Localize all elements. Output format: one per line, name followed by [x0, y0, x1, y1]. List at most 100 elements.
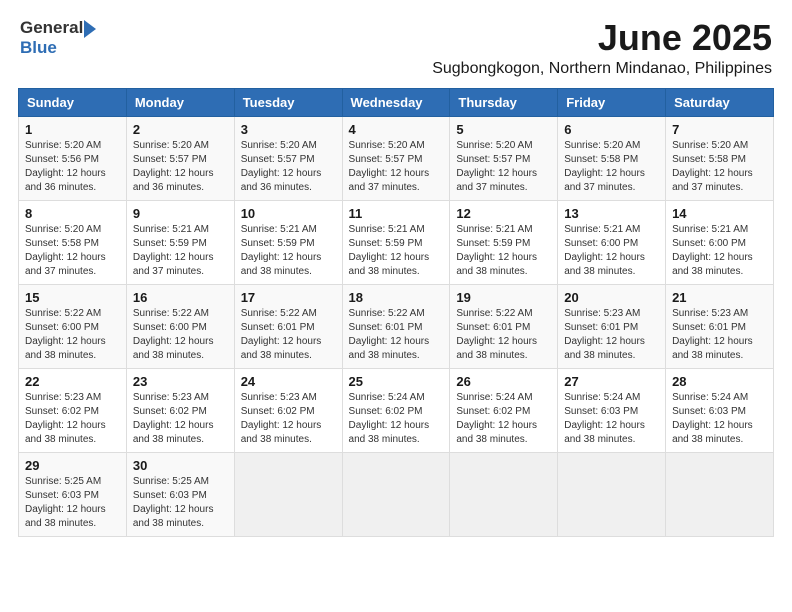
cell-details: Sunrise: 5:22 AMSunset: 6:01 PMDaylight:…: [456, 307, 551, 363]
day-number: 6: [564, 122, 659, 137]
calendar-cell: 15 Sunrise: 5:22 AMSunset: 6:00 PMDayligh…: [19, 284, 127, 368]
cell-details: Sunrise: 5:23 AMSunset: 6:02 PMDaylight:…: [25, 391, 120, 447]
day-number: 3: [241, 122, 336, 137]
logo-general: General: [20, 18, 83, 38]
day-number: 21: [672, 290, 767, 305]
calendar-cell: 16 Sunrise: 5:22 AMSunset: 6:00 PMDayligh…: [126, 284, 234, 368]
day-number: 1: [25, 122, 120, 137]
day-number: 5: [456, 122, 551, 137]
calendar-cell: 13 Sunrise: 5:21 AMSunset: 6:00 PMDayligh…: [558, 200, 666, 284]
calendar-cell: 21 Sunrise: 5:23 AMSunset: 6:01 PMDayligh…: [666, 284, 774, 368]
cell-details: Sunrise: 5:20 AMSunset: 5:56 PMDaylight:…: [25, 139, 120, 195]
calendar-cell: 20Sunrise: 5:23 AMSunset: 6:01 PMDayligh…: [558, 284, 666, 368]
cell-details: Sunrise: 5:22 AMSunset: 6:00 PMDaylight:…: [133, 307, 228, 363]
calendar-cell: [450, 452, 558, 536]
day-number: 23: [133, 374, 228, 389]
calendar-week-3: 15 Sunrise: 5:22 AMSunset: 6:00 PMDayligh…: [19, 284, 774, 368]
calendar-cell: 9 Sunrise: 5:21 AMSunset: 5:59 PMDaylight…: [126, 200, 234, 284]
calendar-cell: 12Sunrise: 5:21 AMSunset: 5:59 PMDayligh…: [450, 200, 558, 284]
day-number: 12: [456, 206, 551, 221]
weekday-header-row: SundayMondayTuesdayWednesdayThursdayFrid…: [19, 88, 774, 116]
calendar-cell: 26Sunrise: 5:24 AMSunset: 6:02 PMDayligh…: [450, 368, 558, 452]
calendar-cell: 7 Sunrise: 5:20 AMSunset: 5:58 PMDaylight…: [666, 116, 774, 200]
calendar-table: SundayMondayTuesdayWednesdayThursdayFrid…: [18, 88, 774, 537]
calendar: SundayMondayTuesdayWednesdayThursdayFrid…: [18, 88, 774, 537]
calendar-cell: 23 Sunrise: 5:23 AMSunset: 6:02 PMDayligh…: [126, 368, 234, 452]
cell-details: Sunrise: 5:21 AMSunset: 5:59 PMDaylight:…: [133, 223, 228, 279]
cell-details: Sunrise: 5:23 AMSunset: 6:02 PMDaylight:…: [133, 391, 228, 447]
calendar-cell: [666, 452, 774, 536]
calendar-cell: 4 Sunrise: 5:20 AMSunset: 5:57 PMDaylight…: [342, 116, 450, 200]
cell-details: Sunrise: 5:25 AMSunset: 6:03 PMDaylight:…: [133, 475, 228, 531]
day-number: 20: [564, 290, 659, 305]
day-number: 22: [25, 374, 120, 389]
weekday-header-sunday: Sunday: [19, 88, 127, 116]
calendar-cell: [558, 452, 666, 536]
calendar-cell: 6 Sunrise: 5:20 AMSunset: 5:58 PMDaylight…: [558, 116, 666, 200]
calendar-cell: 24Sunrise: 5:23 AMSunset: 6:02 PMDayligh…: [234, 368, 342, 452]
calendar-week-1: 1 Sunrise: 5:20 AMSunset: 5:56 PMDaylight…: [19, 116, 774, 200]
calendar-cell: 17Sunrise: 5:22 AMSunset: 6:01 PMDayligh…: [234, 284, 342, 368]
calendar-cell: 2Sunrise: 5:20 AMSunset: 5:57 PMDaylight…: [126, 116, 234, 200]
cell-details: Sunrise: 5:20 AMSunset: 5:57 PMDaylight:…: [349, 139, 444, 195]
calendar-week-5: 29 Sunrise: 5:25 AMSunset: 6:03 PMDayligh…: [19, 452, 774, 536]
calendar-cell: 19 Sunrise: 5:22 AMSunset: 6:01 PMDayligh…: [450, 284, 558, 368]
day-number: 11: [349, 206, 444, 221]
day-number: 17: [241, 290, 336, 305]
calendar-cell: [342, 452, 450, 536]
calendar-cell: 1 Sunrise: 5:20 AMSunset: 5:56 PMDaylight…: [19, 116, 127, 200]
day-number: 30: [133, 458, 228, 473]
calendar-cell: 11 Sunrise: 5:21 AMSunset: 5:59 PMDayligh…: [342, 200, 450, 284]
cell-details: Sunrise: 5:20 AMSunset: 5:58 PMDaylight:…: [672, 139, 767, 195]
cell-details: Sunrise: 5:20 AMSunset: 5:57 PMDaylight:…: [241, 139, 336, 195]
calendar-cell: 3 Sunrise: 5:20 AMSunset: 5:57 PMDaylight…: [234, 116, 342, 200]
cell-details: Sunrise: 5:20 AMSunset: 5:57 PMDaylight:…: [456, 139, 551, 195]
cell-details: Sunrise: 5:21 AMSunset: 5:59 PMDaylight:…: [241, 223, 336, 279]
calendar-cell: 8 Sunrise: 5:20 AMSunset: 5:58 PMDaylight…: [19, 200, 127, 284]
weekday-header-tuesday: Tuesday: [234, 88, 342, 116]
day-number: 28: [672, 374, 767, 389]
day-number: 26: [456, 374, 551, 389]
cell-details: Sunrise: 5:22 AMSunset: 6:00 PMDaylight:…: [25, 307, 120, 363]
cell-details: Sunrise: 5:24 AMSunset: 6:02 PMDaylight:…: [349, 391, 444, 447]
day-number: 16: [133, 290, 228, 305]
day-number: 27: [564, 374, 659, 389]
day-number: 13: [564, 206, 659, 221]
cell-details: Sunrise: 5:21 AMSunset: 6:00 PMDaylight:…: [564, 223, 659, 279]
calendar-week-2: 8 Sunrise: 5:20 AMSunset: 5:58 PMDaylight…: [19, 200, 774, 284]
day-number: 7: [672, 122, 767, 137]
title-area: June 2025 Sugbongkogon, Northern Mindana…: [432, 18, 772, 78]
day-number: 9: [133, 206, 228, 221]
cell-details: Sunrise: 5:20 AMSunset: 5:58 PMDaylight:…: [564, 139, 659, 195]
day-number: 19: [456, 290, 551, 305]
day-number: 14: [672, 206, 767, 221]
calendar-cell: [234, 452, 342, 536]
cell-details: Sunrise: 5:24 AMSunset: 6:03 PMDaylight:…: [672, 391, 767, 447]
day-number: 24: [241, 374, 336, 389]
cell-details: Sunrise: 5:21 AMSunset: 6:00 PMDaylight:…: [672, 223, 767, 279]
calendar-cell: 18Sunrise: 5:22 AMSunset: 6:01 PMDayligh…: [342, 284, 450, 368]
header: General Blue June 2025 Sugbongkogon, Nor…: [10, 10, 782, 82]
day-number: 15: [25, 290, 120, 305]
calendar-week-4: 22 Sunrise: 5:23 AMSunset: 6:02 PMDayligh…: [19, 368, 774, 452]
day-number: 25: [349, 374, 444, 389]
calendar-cell: 10 Sunrise: 5:21 AMSunset: 5:59 PMDayligh…: [234, 200, 342, 284]
logo-blue: Blue: [20, 38, 57, 57]
calendar-cell: 28 Sunrise: 5:24 AMSunset: 6:03 PMDayligh…: [666, 368, 774, 452]
cell-details: Sunrise: 5:23 AMSunset: 6:01 PMDaylight:…: [672, 307, 767, 363]
day-number: 29: [25, 458, 120, 473]
cell-details: Sunrise: 5:21 AMSunset: 5:59 PMDaylight:…: [349, 223, 444, 279]
cell-details: Sunrise: 5:22 AMSunset: 6:01 PMDaylight:…: [349, 307, 444, 363]
day-number: 10: [241, 206, 336, 221]
calendar-cell: 5 Sunrise: 5:20 AMSunset: 5:57 PMDaylight…: [450, 116, 558, 200]
calendar-cell: 25 Sunrise: 5:24 AMSunset: 6:02 PMDayligh…: [342, 368, 450, 452]
logo-triangle-icon: [84, 20, 96, 38]
day-number: 4: [349, 122, 444, 137]
month-title: June 2025: [432, 18, 772, 58]
location-title: Sugbongkogon, Northern Mindanao, Philipp…: [432, 60, 772, 78]
calendar-cell: 14 Sunrise: 5:21 AMSunset: 6:00 PMDayligh…: [666, 200, 774, 284]
weekday-header-wednesday: Wednesday: [342, 88, 450, 116]
day-number: 8: [25, 206, 120, 221]
cell-details: Sunrise: 5:20 AMSunset: 5:58 PMDaylight:…: [25, 223, 120, 279]
weekday-header-thursday: Thursday: [450, 88, 558, 116]
